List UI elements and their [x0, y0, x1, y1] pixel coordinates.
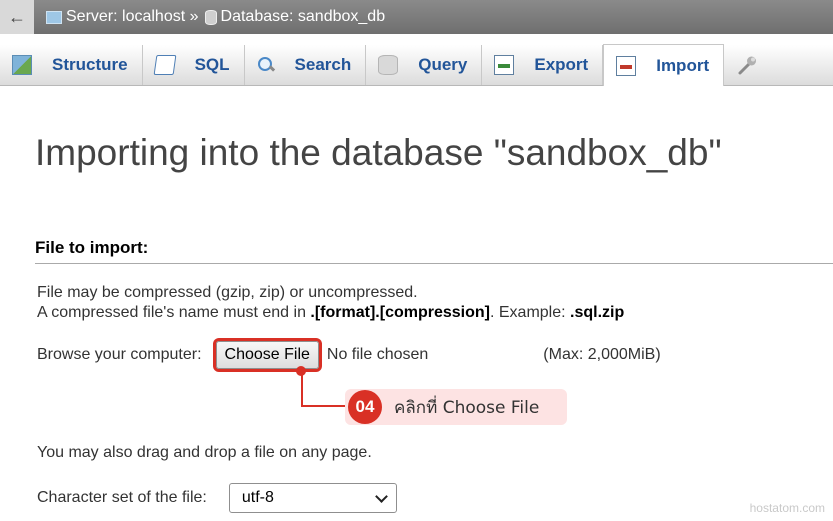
export-icon: [494, 55, 515, 75]
filename-rule-example: .sql.zip: [570, 304, 625, 321]
step-instruction-text: คลิกที่ Choose File: [394, 397, 540, 418]
step-callout: 04 คลิกที่ Choose File: [345, 389, 567, 425]
tab-search[interactable]: Search: [245, 45, 367, 85]
breadcrumb-server-link[interactable]: Server: localhost »: [66, 8, 199, 26]
breadcrumb-database-link[interactable]: Database: sandbox_db: [221, 8, 386, 26]
query-icon: [378, 55, 399, 75]
tab-bar: Structure SQL Search Query Export Import: [0, 44, 833, 86]
structure-icon: [12, 55, 32, 75]
tab-sql-label: SQL: [194, 55, 230, 74]
charset-selected-value: utf-8: [241, 489, 274, 506]
browse-label: Browse your computer:: [37, 346, 202, 363]
breadcrumb: Server: localhost » Database: sandbox_db: [46, 8, 385, 26]
tab-import[interactable]: Import: [603, 44, 725, 86]
tab-operations[interactable]: [724, 45, 772, 85]
database-icon: [204, 9, 217, 25]
charset-label: Character set of the file:: [37, 489, 207, 506]
tab-export[interactable]: Export: [482, 45, 604, 85]
tab-query[interactable]: Query: [366, 45, 483, 85]
breadcrumb-bar: ← Server: localhost » Database: sandbox_…: [0, 0, 833, 34]
tab-sql[interactable]: SQL: [143, 45, 245, 85]
max-upload-size: (Max: 2,000MiB): [543, 346, 661, 363]
tab-export-label: Export: [534, 55, 589, 74]
chevron-down-icon: [374, 489, 388, 503]
step-number-badge: 04: [348, 390, 382, 424]
filename-rule-prefix: A compressed file's name must end in: [37, 304, 311, 321]
callout-connector-vertical: [301, 370, 303, 407]
filename-rule-format: .[format].[compression]: [310, 304, 490, 321]
back-arrow-icon[interactable]: ←: [0, 0, 34, 34]
tab-search-label: Search: [294, 55, 352, 74]
callout-connector-horizontal: [301, 405, 345, 407]
no-file-chosen-text: No file chosen: [326, 346, 429, 363]
search-icon: [257, 56, 275, 74]
drag-drop-hint: You may also drag and drop a file on any…: [37, 444, 372, 461]
watermark: hostatom.com: [749, 501, 825, 515]
charset-select[interactable]: utf-8: [228, 483, 397, 513]
wrench-icon: [738, 56, 757, 75]
server-icon: [46, 10, 62, 24]
tab-structure-label: Structure: [52, 55, 128, 74]
file-to-import-label: File to import:: [35, 238, 149, 257]
tab-structure[interactable]: Structure: [0, 45, 143, 85]
page-title: Importing into the database "sandbox_db": [35, 132, 722, 173]
compression-info: File may be compressed (gzip, zip) or un…: [37, 284, 418, 301]
import-icon: [616, 55, 637, 76]
tab-query-label: Query: [418, 55, 468, 74]
sql-icon: [153, 55, 176, 75]
tab-import-label: Import: [656, 55, 710, 75]
filename-rule-info: A compressed file's name must end in .[f…: [37, 304, 624, 322]
file-to-import-legend: File to import:: [35, 238, 833, 264]
filename-rule-mid: . Example:: [489, 304, 571, 321]
choose-file-button[interactable]: Choose File: [215, 341, 319, 369]
charset-row: Character set of the file: utf-8: [37, 483, 397, 513]
browse-row: Browse your computer: Choose File No fil…: [37, 340, 661, 370]
